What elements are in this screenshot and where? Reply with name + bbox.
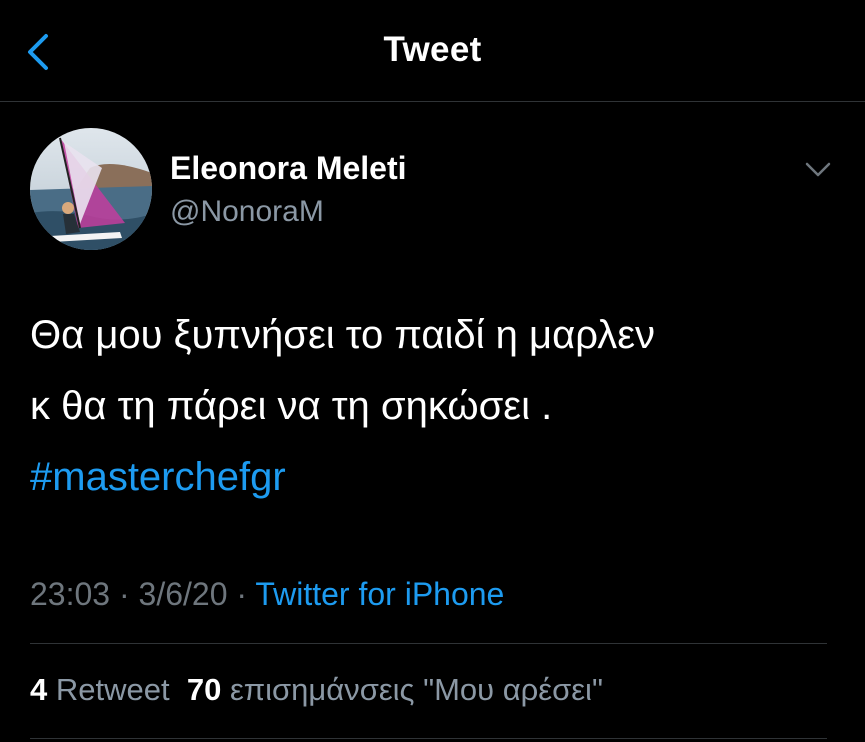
- retweets-count: 4: [30, 672, 48, 707]
- likes-label: επισημάνσεις "Μου αρέσει": [229, 672, 603, 707]
- meta-separator: ·: [227, 576, 256, 612]
- hashtag-link[interactable]: #masterchefgr: [30, 442, 835, 513]
- avatar[interactable]: [30, 128, 152, 250]
- tweet-text-line: κ θα τη πάρει να τη σηκώσει .: [30, 384, 553, 428]
- tweet-date: 3/6/20: [138, 576, 228, 612]
- divider: [30, 643, 827, 644]
- page-title: Tweet: [383, 30, 482, 69]
- tweet-time: 23:03: [30, 576, 111, 612]
- divider: [30, 738, 827, 739]
- meta-separator: ·: [110, 576, 139, 612]
- author-handle[interactable]: @NonoraM: [170, 195, 324, 229]
- likes-count: 70: [186, 672, 222, 707]
- chevron-down-icon: [805, 162, 831, 177]
- likes-stat[interactable]: 70 επισημάνσεις "Μου αρέσει": [187, 672, 603, 707]
- top-bar: Tweet: [0, 0, 865, 102]
- tweet-author: Eleonora Meleti @NonoraM: [30, 128, 840, 252]
- retweets-stat[interactable]: 4 Retweet: [30, 672, 170, 707]
- more-options-button[interactable]: [802, 158, 834, 182]
- avatar-windsurf-image: [30, 128, 152, 250]
- tweet-meta: 23:03 · 3/6/20 · Twitter for iPhone: [30, 576, 504, 613]
- tweet-stats: 4 Retweet 70 επισημάνσεις "Μου αρέσει": [30, 672, 603, 708]
- tweet-source-link[interactable]: Twitter for iPhone: [255, 576, 504, 612]
- tweet-text-line: Θα μου ξυπνήσει το παιδί η μαρλεν: [30, 313, 656, 357]
- tweet-body: Θα μου ξυπνήσει το παιδί η μαρλεν κ θα τ…: [30, 300, 835, 513]
- author-name[interactable]: Eleonora Meleti: [170, 150, 407, 187]
- retweets-label: Retweet: [55, 672, 170, 707]
